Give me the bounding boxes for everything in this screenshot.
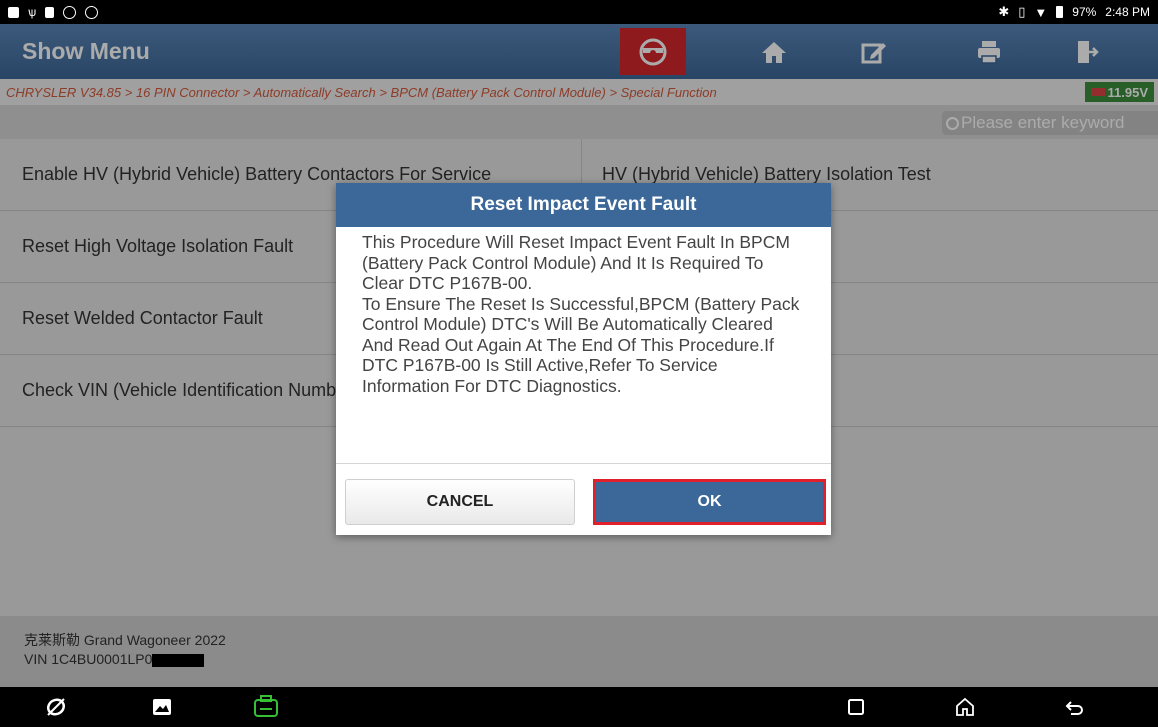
battery-level: 97% bbox=[1072, 5, 1097, 19]
vci-button[interactable] bbox=[246, 687, 286, 727]
dialog-message: This Procedure Will Reset Impact Event F… bbox=[362, 232, 800, 396]
cancel-button[interactable]: CANCEL bbox=[345, 479, 575, 525]
recents-icon bbox=[848, 699, 864, 715]
recents-button[interactable] bbox=[836, 687, 876, 727]
dialog-title: Reset Impact Event Fault bbox=[336, 183, 831, 227]
gallery-icon bbox=[153, 699, 171, 715]
wifi-icon: ▼ bbox=[1034, 4, 1048, 20]
back-icon bbox=[1065, 701, 1083, 715]
ok-button[interactable]: OK bbox=[593, 479, 826, 525]
browser-button[interactable] bbox=[36, 687, 76, 727]
reset-dialog: Reset Impact Event Fault This Procedure … bbox=[336, 183, 831, 535]
clock: 2:48 PM bbox=[1105, 5, 1150, 19]
settings-icon bbox=[85, 5, 99, 19]
browser-icon bbox=[46, 698, 66, 716]
back-button[interactable] bbox=[1055, 687, 1095, 727]
vibrate-icon: ▯ bbox=[1018, 4, 1026, 19]
status-bar: ѱ ✱ ▯ ▼ 97% 2:48 PM bbox=[0, 0, 1158, 24]
vci-icon bbox=[254, 695, 278, 717]
sd-card-icon bbox=[45, 6, 55, 18]
android-nav-bar bbox=[0, 687, 1158, 727]
battery-icon bbox=[1056, 6, 1064, 18]
notification-icon bbox=[8, 6, 19, 18]
bluetooth-icon: ✱ bbox=[998, 4, 1010, 19]
gallery-button[interactable] bbox=[142, 687, 182, 727]
home-nav-button[interactable] bbox=[945, 687, 985, 727]
pause-icon bbox=[63, 5, 77, 19]
usb-icon: ѱ bbox=[28, 5, 37, 19]
dialog-divider bbox=[336, 463, 831, 464]
home-nav-icon bbox=[956, 697, 974, 716]
